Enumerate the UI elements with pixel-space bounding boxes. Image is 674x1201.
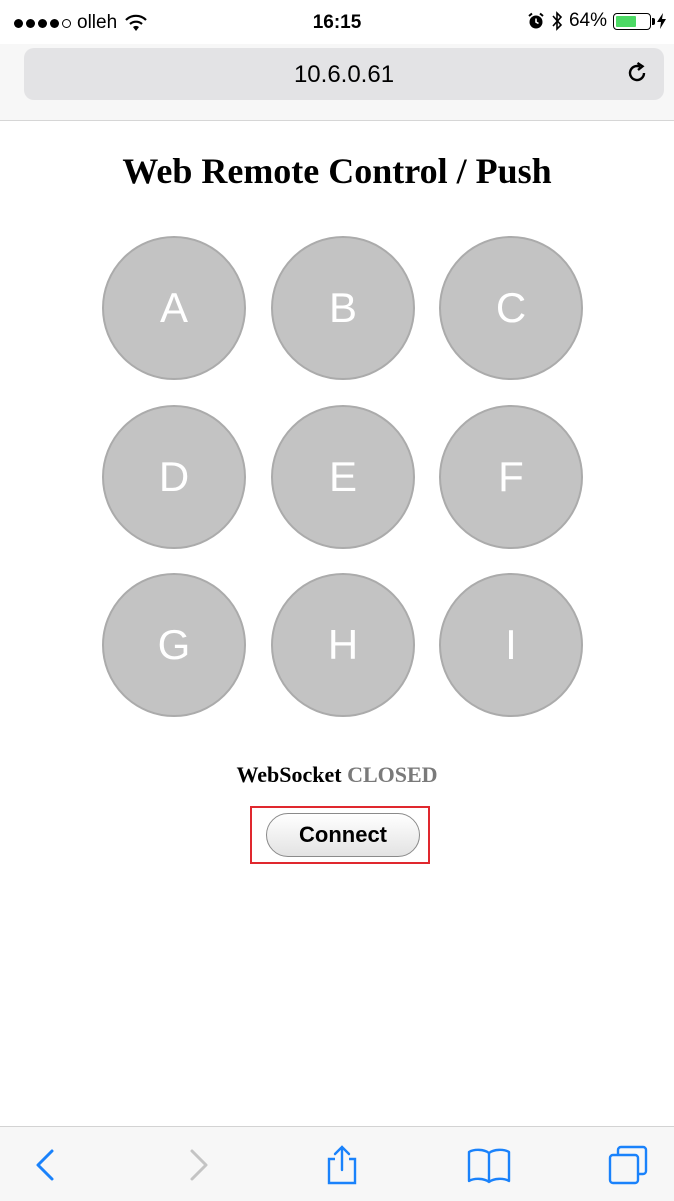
remote-button-c[interactable]: C bbox=[439, 236, 583, 380]
page-title: Web Remote Control / Push bbox=[122, 151, 552, 191]
bluetooth-icon bbox=[552, 11, 563, 31]
battery-percent: 64% bbox=[568, 10, 607, 31]
websocket-status: WebSocket CLOSED bbox=[0, 762, 674, 788]
remote-button-grid: A B C D E F G H I bbox=[102, 236, 586, 720]
battery-icon bbox=[613, 12, 655, 30]
remote-button-g[interactable]: G bbox=[102, 573, 246, 717]
websocket-state: CLOSED bbox=[347, 762, 438, 787]
charging-icon bbox=[657, 13, 666, 29]
alarm-icon bbox=[528, 12, 544, 29]
status-bar: olleh 16:15 64% bbox=[0, 0, 674, 44]
remote-button-a[interactable]: A bbox=[102, 236, 246, 380]
remote-button-b[interactable]: B bbox=[271, 236, 415, 380]
tabs-icon[interactable] bbox=[606, 1145, 650, 1185]
connect-button[interactable]: Connect bbox=[266, 813, 420, 857]
forward-icon[interactable] bbox=[178, 1145, 218, 1185]
remote-button-e[interactable]: E bbox=[271, 405, 415, 549]
url-text[interactable]: 10.6.0.61 bbox=[24, 61, 664, 89]
remote-button-d[interactable]: D bbox=[102, 405, 246, 549]
reload-icon[interactable] bbox=[624, 60, 650, 86]
status-right: 64% bbox=[527, 10, 666, 32]
address-bar-area: 10.6.0.61 bbox=[0, 44, 674, 121]
battery-level bbox=[616, 15, 637, 27]
websocket-label: WebSocket bbox=[236, 762, 342, 787]
browser-toolbar bbox=[0, 1126, 674, 1201]
remote-button-i[interactable]: I bbox=[439, 573, 583, 717]
remote-button-h[interactable]: H bbox=[271, 573, 415, 717]
battery-tip bbox=[652, 17, 655, 25]
address-bar[interactable]: 10.6.0.61 bbox=[24, 48, 664, 100]
back-icon[interactable] bbox=[26, 1145, 66, 1185]
share-icon[interactable] bbox=[322, 1145, 362, 1185]
remote-button-f[interactable]: F bbox=[439, 405, 583, 549]
bookmarks-icon[interactable] bbox=[466, 1145, 512, 1185]
